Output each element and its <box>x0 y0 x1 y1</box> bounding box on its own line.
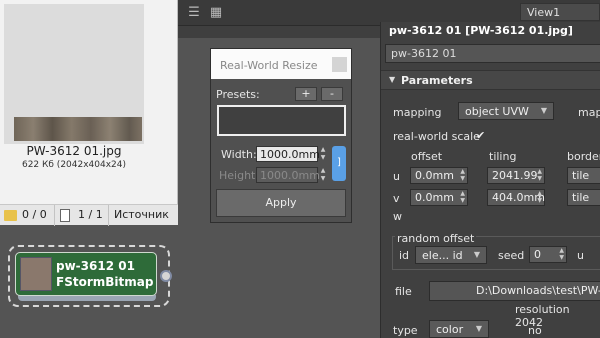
mapping-dropdown[interactable]: object UVW ▼ <box>458 102 554 120</box>
height-label: Height: <box>219 169 260 182</box>
border-header: border <box>567 150 600 163</box>
offset-v-field[interactable]: 0.0mm ▲ ▼ <box>410 189 468 206</box>
real-world-scale-checkbox[interactable]: ✔ <box>476 129 485 142</box>
mapping-label: mapping <box>393 106 442 119</box>
mapping-value: object UVW <box>465 105 529 118</box>
file-icon <box>60 208 70 222</box>
tiling-header: tiling <box>489 150 517 163</box>
thumbnail-preview-panel: PW-3612 01.jpg 622 Кб (2042x404x24) 0 / … <box>0 0 178 226</box>
height-field[interactable]: 1000.0mm <box>256 167 320 183</box>
dialog-close-button[interactable] <box>332 57 347 72</box>
compression-text: no compression <box>528 324 598 338</box>
id-label: id <box>399 249 410 262</box>
file-label: file <box>395 285 412 298</box>
type-label: type <box>393 324 418 337</box>
seed-label: seed <box>498 249 525 262</box>
w-label: w <box>393 210 402 223</box>
real-world-scale-label: real-world scale <box>393 130 480 143</box>
material-map-icon[interactable]: ▦ <box>208 4 224 21</box>
parameters-rollout[interactable]: ▼ Parameters <box>381 70 600 90</box>
view-name-field[interactable]: View1 <box>520 3 600 21</box>
width-spinner[interactable]: ▲ ▼ <box>318 146 328 162</box>
apply-button[interactable]: Apply <box>216 189 346 217</box>
add-preset-button[interactable]: + <box>295 87 317 101</box>
material-parameter-editor: pw-3612 01 [PW-3612 01.jpg] pw-3612 01 ▼… <box>380 22 600 338</box>
node-output-port[interactable] <box>160 270 172 282</box>
v-label: v <box>393 192 400 205</box>
file-count: 1 / 1 <box>78 208 103 221</box>
folder-icon <box>4 208 17 221</box>
thumbnail-status-bar: 0 / 0 1 / 1 Источник <box>0 204 178 226</box>
u-label: u <box>393 170 400 183</box>
layers-icon[interactable]: ☰ <box>186 4 202 21</box>
lock-aspect-button[interactable]: ] <box>332 146 346 181</box>
remove-preset-button[interactable]: - <box>321 87 343 101</box>
node-type: FStormBitmap <box>56 275 154 289</box>
source-tab[interactable]: Источник <box>114 208 169 221</box>
wood-texture-image <box>14 117 142 141</box>
material-window-title: pw-3612 01 [PW-3612 01.jpg] <box>389 24 573 37</box>
height-spinner[interactable]: ▲ ▼ <box>318 167 328 183</box>
thumbnail-image[interactable] <box>4 4 144 144</box>
type-dropdown[interactable]: color ▼ <box>429 320 489 338</box>
collapse-arrow-icon: ▼ <box>389 75 396 84</box>
border-u-dropdown[interactable]: tile <box>567 167 600 184</box>
border-v-dropdown[interactable]: tile <box>567 189 600 206</box>
width-label: Width: <box>221 148 257 161</box>
tiling-u-field[interactable]: 2041.99 ▲ ▼ <box>487 167 545 184</box>
node-thumbnail <box>20 257 52 291</box>
node-title: pw-3612 01 <box>56 259 135 273</box>
map-label: map <box>578 106 600 119</box>
tiling-v-field[interactable]: 404.0mm ▲ ▼ <box>487 189 545 206</box>
canvas-header-strip <box>175 26 380 38</box>
bitmap-node[interactable]: pw-3612 01 FStormBitmap <box>15 252 157 296</box>
rollout-title: Parameters <box>401 74 473 87</box>
offset-u-field[interactable]: 0.0mm ▲ ▼ <box>410 167 468 184</box>
file-path-button[interactable]: D:\Downloads\test\PW-3612 01 <box>429 281 600 301</box>
presets-list[interactable] <box>217 105 346 136</box>
thumbnail-file-name: PW-3612 01.jpg <box>26 144 122 158</box>
folder-count: 0 / 0 <box>22 208 47 221</box>
id-dropdown[interactable]: ele... id ▼ <box>415 246 487 264</box>
material-name-field[interactable]: pw-3612 01 <box>385 44 600 63</box>
width-field[interactable]: 1000.0mm <box>256 146 320 162</box>
dialog-title: Real-World Resize <box>211 49 351 79</box>
thumbnail-file-meta: 622 Кб (2042x404x24) <box>21 160 127 170</box>
seed-field[interactable]: 0 ▲ ▼ <box>529 246 567 263</box>
presets-label: Presets: <box>216 88 260 101</box>
random-u-label: u <box>577 249 584 262</box>
offset-header: offset <box>411 150 443 163</box>
real-world-resize-dialog: Real-World Resize Presets: + - Width: 10… <box>210 48 352 223</box>
random-offset-label: random offset <box>395 232 477 245</box>
